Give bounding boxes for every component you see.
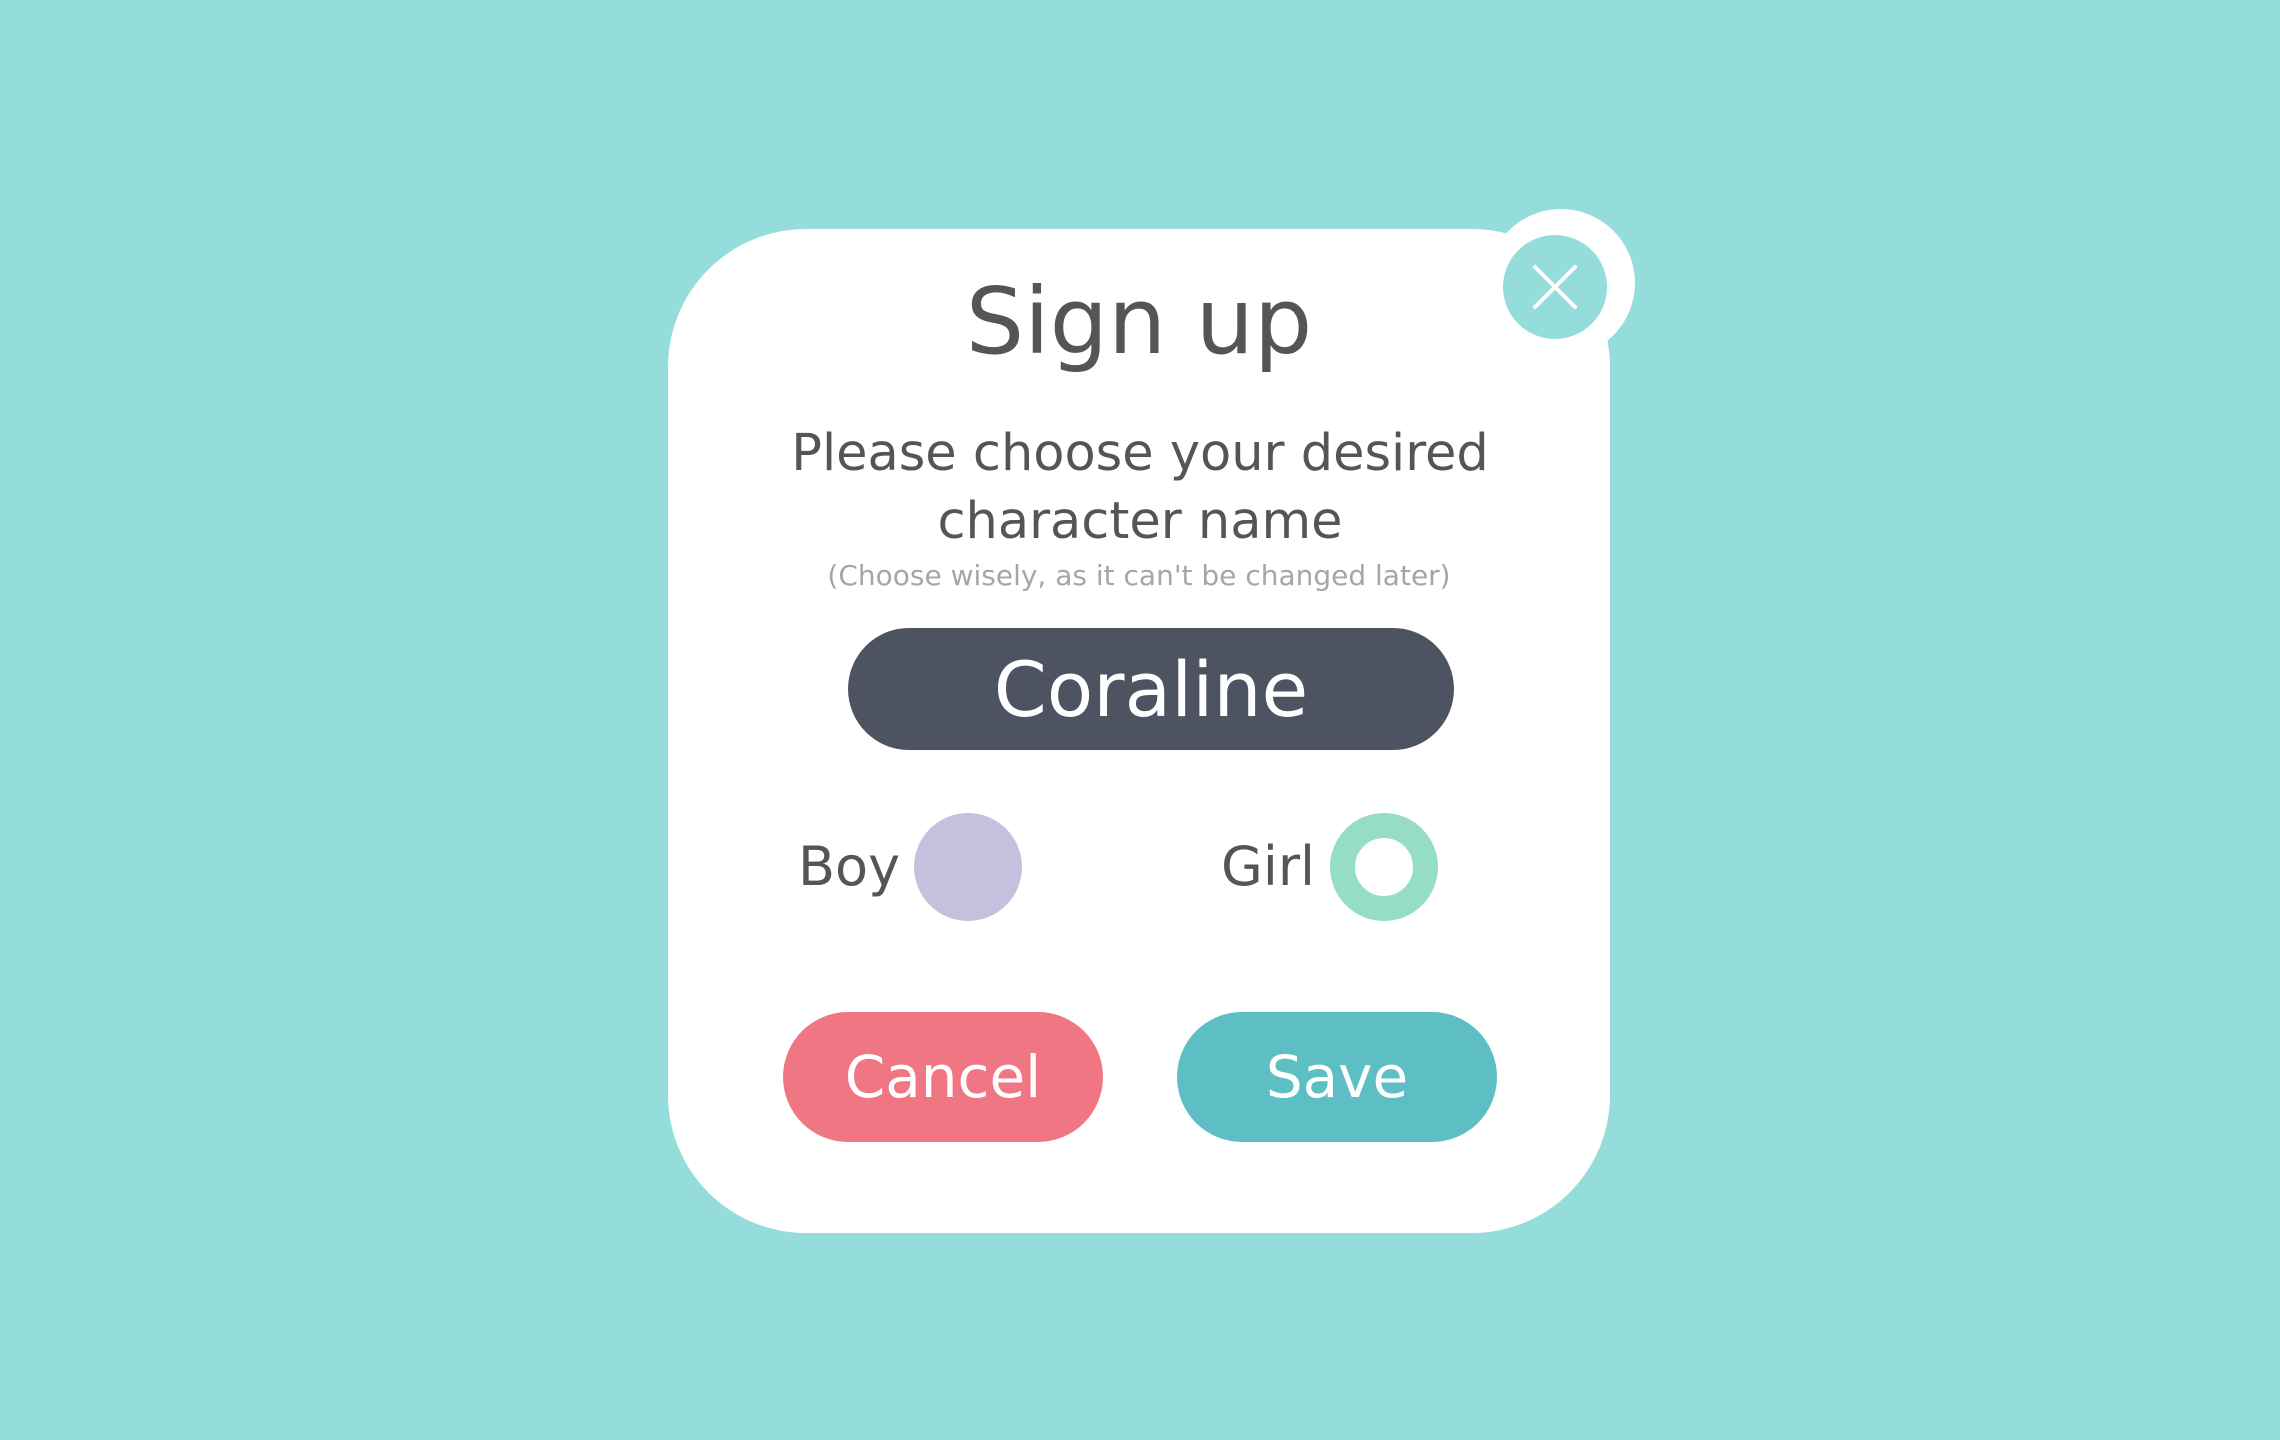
name-prompt: Please choose your desired character nam…	[791, 424, 1489, 551]
boy-label: Boy	[798, 835, 901, 898]
girl-label: Girl	[1221, 835, 1316, 898]
dialog-title: Sign up	[965, 268, 1313, 375]
save-button[interactable]: Save	[1177, 1012, 1497, 1142]
cancel-button[interactable]: Cancel	[783, 1012, 1103, 1142]
name-hint: (Choose wisely, as it can't be changed l…	[827, 559, 1451, 592]
character-name-field[interactable]	[848, 628, 1454, 750]
boy-radio[interactable]	[914, 813, 1022, 921]
girl-radio[interactable]	[1330, 813, 1438, 921]
character-name-input[interactable]	[848, 628, 1454, 750]
